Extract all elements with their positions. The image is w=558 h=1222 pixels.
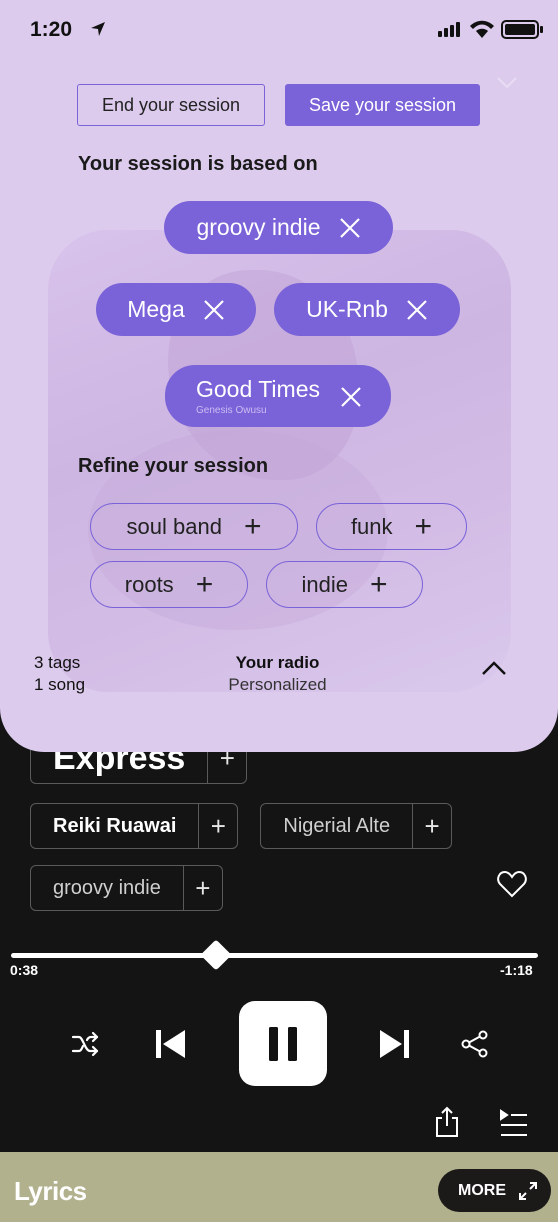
chevron-up-icon[interactable] [481, 660, 507, 681]
refine-heading: Refine your session [78, 455, 269, 477]
location-arrow-icon [91, 22, 105, 36]
songs-count: 1 song [34, 675, 86, 694]
heart-icon[interactable] [496, 868, 528, 900]
refine-pill-roots[interactable]: roots + [90, 561, 248, 608]
add-tag-icon[interactable]: + [413, 804, 451, 848]
add-icon: + [414, 509, 433, 543]
remove-icon[interactable] [339, 217, 361, 239]
refine-pill-label: indie [301, 571, 348, 597]
remaining-time: -1:18 [500, 962, 533, 978]
lyrics-title: Lyrics [14, 1176, 87, 1206]
previous-icon[interactable] [152, 1026, 188, 1062]
session-summary: 3 tags 1 song [34, 652, 85, 696]
end-session-button[interactable]: End your session [77, 84, 265, 126]
pause-button[interactable] [239, 1001, 327, 1086]
add-icon: + [369, 567, 388, 601]
radio-info: Your radio Personalized [200, 652, 355, 696]
expand-icon [519, 1181, 537, 1200]
remove-icon[interactable] [406, 299, 428, 321]
refine-pill-soul-band[interactable]: soul band + [90, 503, 298, 550]
export-icon[interactable] [433, 1105, 461, 1139]
signal-icon [438, 22, 460, 37]
seed-pill-label: groovy indie [196, 214, 321, 240]
player-tag-row-2: Reiki Ruawai + Nigerial Alte + [30, 803, 453, 849]
add-icon: + [195, 567, 214, 601]
next-icon[interactable] [377, 1026, 413, 1062]
more-lyrics-button[interactable]: MORE [438, 1169, 551, 1212]
progress-track[interactable] [11, 953, 538, 958]
player-tag-label: Reiki Ruawai [31, 804, 200, 848]
queue-icon[interactable] [498, 1108, 530, 1138]
player-tag-row-3: groovy indie + [30, 865, 223, 911]
add-icon: + [243, 509, 262, 543]
chevron-down-icon[interactable] [496, 76, 518, 95]
player-tag-label: Nigerial Alte [261, 804, 414, 848]
player-tag-groovy-indie[interactable]: groovy indie + [30, 865, 223, 911]
player-tag-nigerial-alte[interactable]: Nigerial Alte + [260, 803, 453, 849]
tags-count: 3 tags [34, 653, 81, 672]
seed-pill-artist: Genesis Owusu [196, 405, 267, 416]
based-on-heading: Your session is based on [78, 153, 318, 175]
remove-icon[interactable] [203, 299, 225, 321]
shuffle-icon[interactable] [70, 1028, 102, 1060]
radio-title: Your radio [235, 653, 320, 672]
seed-pill-mega[interactable]: Mega [96, 283, 256, 336]
refine-pill-label: roots [124, 571, 174, 597]
refine-pill-label: funk [350, 513, 393, 539]
battery-icon [501, 20, 543, 39]
elapsed-time: 0:38 [10, 962, 39, 978]
pause-icon [269, 1026, 297, 1061]
progress-knob[interactable] [200, 939, 232, 971]
seed-pill-label: Good Times [196, 376, 320, 402]
more-label: MORE [458, 1181, 506, 1199]
save-session-button[interactable]: Save your session [285, 84, 480, 126]
wifi-icon [470, 20, 494, 38]
refine-pill-funk[interactable]: funk + [316, 503, 467, 550]
status-time: 1:20 [30, 18, 73, 41]
status-icons [438, 18, 544, 45]
seed-pill-label: Mega [127, 296, 185, 322]
seed-pill-label: UK-Rnb [306, 296, 388, 322]
radio-subtitle: Personalized [228, 675, 327, 694]
seed-pill-uk-rnb[interactable]: UK-Rnb [274, 283, 460, 336]
player-tag-reiki-ruawai[interactable]: Reiki Ruawai + [30, 803, 239, 849]
share-icon[interactable] [460, 1029, 490, 1059]
add-tag-icon[interactable]: + [199, 804, 237, 848]
refine-pill-label: soul band [126, 513, 222, 539]
seed-pill-good-times[interactable]: Good Times Genesis Owusu [165, 365, 391, 427]
seed-pill-groovy-indie[interactable]: groovy indie [164, 201, 393, 254]
add-tag-icon[interactable]: + [184, 866, 222, 910]
session-sheet: 1:20 End your session Save your session … [0, 0, 558, 752]
remove-icon[interactable] [340, 386, 362, 408]
player-tag-label: groovy indie [31, 866, 184, 910]
refine-pill-indie[interactable]: indie + [266, 561, 423, 608]
